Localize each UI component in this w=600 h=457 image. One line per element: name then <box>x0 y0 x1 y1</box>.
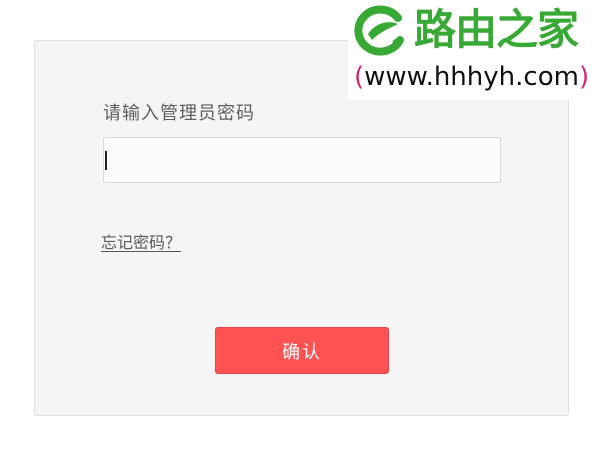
text-cursor <box>105 151 107 170</box>
url-close-paren: ) <box>578 62 590 92</box>
url-text: www.hhhyh.com <box>364 62 579 92</box>
brand-name: 路由之家 <box>414 5 579 54</box>
password-label: 请输入管理员密码 <box>103 103 255 124</box>
site-watermark: 路由之家 (www.hhhyh.com) <box>348 0 600 100</box>
brand-logo-icon <box>354 5 404 56</box>
password-input[interactable] <box>103 137 501 183</box>
router-login-page: 请输入管理员密码 忘记密码？ 确认 路由之家 (www.hhhyh.com) <box>0 0 600 457</box>
brand-url: (www.hhhyh.com) <box>354 60 589 94</box>
confirm-button[interactable]: 确认 <box>215 327 389 374</box>
url-open-paren: ( <box>354 62 365 92</box>
forgot-password-link[interactable]: 忘记密码？ <box>101 229 181 253</box>
